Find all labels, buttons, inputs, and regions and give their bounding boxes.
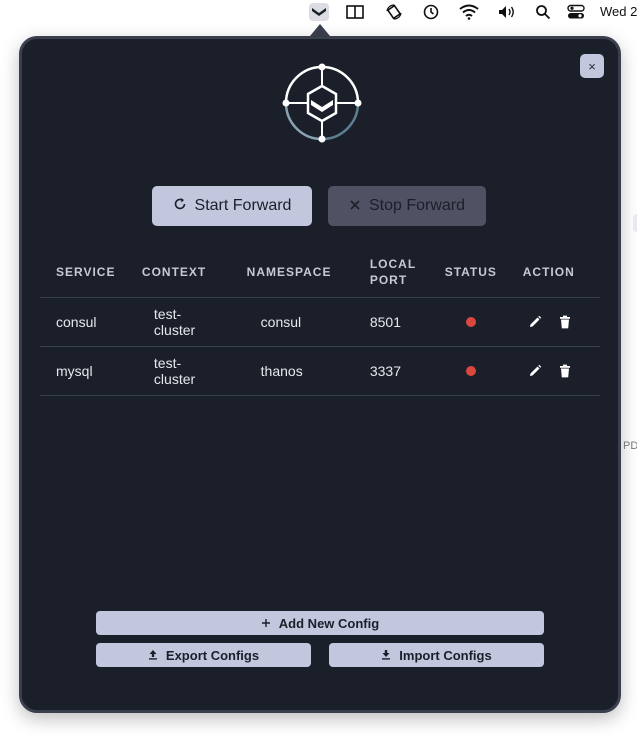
wifi-icon[interactable]: [459, 3, 479, 21]
volume-icon[interactable]: [497, 3, 517, 21]
table-row: consul test-cluster consul 8501: [40, 297, 600, 347]
plus-icon: [261, 616, 271, 631]
menu-bar-clock[interactable]: Wed 2: [600, 4, 637, 19]
column-header-local-port[interactable]: LOCAL PORT: [369, 247, 445, 298]
column-header-namespace[interactable]: NAMESPACE: [246, 247, 370, 298]
context-cell: test-cluster: [141, 297, 247, 347]
export-configs-label: Export Configs: [165, 647, 260, 663]
menu-bar: Wed 2: [0, 0, 637, 24]
time-machine-icon[interactable]: [421, 3, 441, 21]
status-cell: [444, 346, 523, 396]
service-cell: mysql: [40, 346, 142, 396]
column-header-context[interactable]: CONTEXT: [141, 247, 247, 298]
refresh-icon: [173, 197, 187, 215]
control-center-icon[interactable]: [566, 3, 586, 21]
delete-icon[interactable]: [558, 315, 572, 329]
app-logo-icon: [276, 61, 368, 145]
background-window-edge: [633, 214, 637, 232]
app-logo-icon[interactable]: [309, 3, 329, 21]
namespace-cell: thanos: [246, 346, 370, 396]
forward-controls: Start Forward Stop Forward: [152, 186, 486, 226]
status-cell: [444, 297, 523, 347]
search-icon[interactable]: [533, 3, 553, 21]
stop-forward-button[interactable]: Stop Forward: [328, 186, 486, 226]
column-header-local-port-label: LOCAL PORT: [369, 257, 416, 287]
import-configs-button[interactable]: Import Configs: [329, 643, 544, 667]
add-config-label: Add New Config: [278, 615, 380, 631]
edit-icon[interactable]: [528, 364, 542, 378]
background-window-text: PD: [623, 440, 637, 452]
action-cell: [522, 297, 600, 347]
popover-caret: [310, 24, 330, 36]
download-icon: [381, 648, 391, 663]
split-view-icon[interactable]: [345, 3, 365, 21]
table-header-row: SERVICE CONTEXT NAMESPACE LOCAL PORT STA…: [40, 247, 600, 298]
rotate-icon[interactable]: [384, 3, 404, 21]
close-icon: [349, 198, 361, 215]
context-cell: test-cluster: [141, 346, 247, 396]
action-cell: [522, 346, 600, 396]
close-button[interactable]: ×: [580, 54, 604, 78]
upload-icon: [148, 648, 158, 663]
import-configs-label: Import Configs: [399, 647, 492, 663]
context-text: test-cluster: [153, 355, 196, 387]
add-config-button[interactable]: Add New Config: [96, 611, 544, 635]
column-header-action[interactable]: ACTION: [522, 247, 600, 298]
status-dot-stopped: [465, 366, 476, 376]
start-forward-button[interactable]: Start Forward: [152, 186, 312, 226]
export-configs-button[interactable]: Export Configs: [96, 643, 311, 667]
context-text: test-cluster: [153, 306, 196, 338]
delete-icon[interactable]: [558, 364, 572, 378]
status-dot-stopped: [465, 317, 476, 327]
port-cell: 3337: [369, 346, 445, 396]
config-io-buttons: Export Configs Import Configs: [96, 643, 544, 667]
column-header-status[interactable]: STATUS: [444, 247, 523, 298]
table-row: mysql test-cluster thanos 3337: [40, 346, 600, 396]
stop-forward-label: Stop Forward: [368, 197, 466, 214]
service-cell: consul: [40, 297, 142, 347]
column-header-service[interactable]: SERVICE: [40, 247, 142, 298]
edit-icon[interactable]: [528, 315, 542, 329]
popover-panel: × Start Forward Stop Forward SERVICE CON…: [19, 36, 621, 713]
namespace-cell: consul: [246, 297, 370, 347]
config-table: SERVICE CONTEXT NAMESPACE LOCAL PORT STA…: [40, 247, 600, 396]
start-forward-label: Start Forward: [194, 197, 292, 214]
port-cell: 8501: [369, 297, 445, 347]
